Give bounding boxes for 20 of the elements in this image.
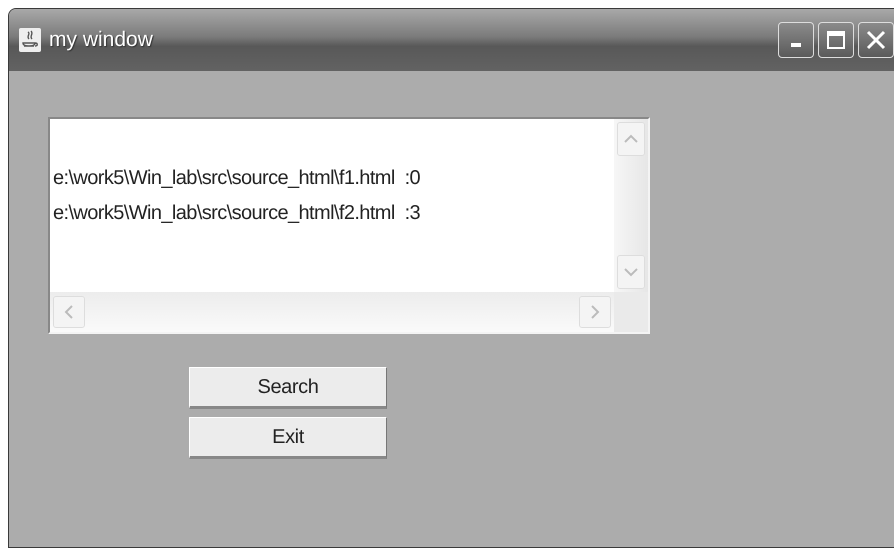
text-line: e:\work5\Win_lab\src\source_html\f1.html :0 bbox=[53, 166, 420, 191]
scrollbar-corner bbox=[614, 292, 648, 332]
vertical-scrollbar[interactable] bbox=[614, 119, 648, 292]
text-area[interactable]: e:\work5\Win_lab\src\source_html\f1.html :0 e:\work5\Win_lab\src\source_html\f2.html :3 bbox=[48, 117, 650, 334]
exit-button[interactable]: Exit bbox=[189, 417, 387, 459]
minimize-button[interactable] bbox=[778, 22, 814, 58]
minimize-icon bbox=[791, 43, 801, 47]
maximize-button[interactable] bbox=[818, 22, 854, 58]
maximize-icon bbox=[826, 30, 846, 50]
scroll-up-button[interactable] bbox=[617, 122, 645, 156]
java-cup-icon bbox=[19, 28, 41, 52]
scroll-right-button[interactable] bbox=[579, 296, 611, 328]
close-icon bbox=[865, 29, 887, 51]
search-button[interactable]: Search bbox=[189, 367, 387, 409]
scroll-left-button[interactable] bbox=[53, 296, 85, 328]
close-button[interactable] bbox=[858, 22, 894, 58]
horizontal-scrollbar[interactable] bbox=[50, 292, 614, 332]
window-title: my window bbox=[49, 27, 153, 54]
scroll-down-button[interactable] bbox=[617, 255, 645, 289]
text-line: e:\work5\Win_lab\src\source_html\f2.html :3 bbox=[53, 201, 420, 226]
